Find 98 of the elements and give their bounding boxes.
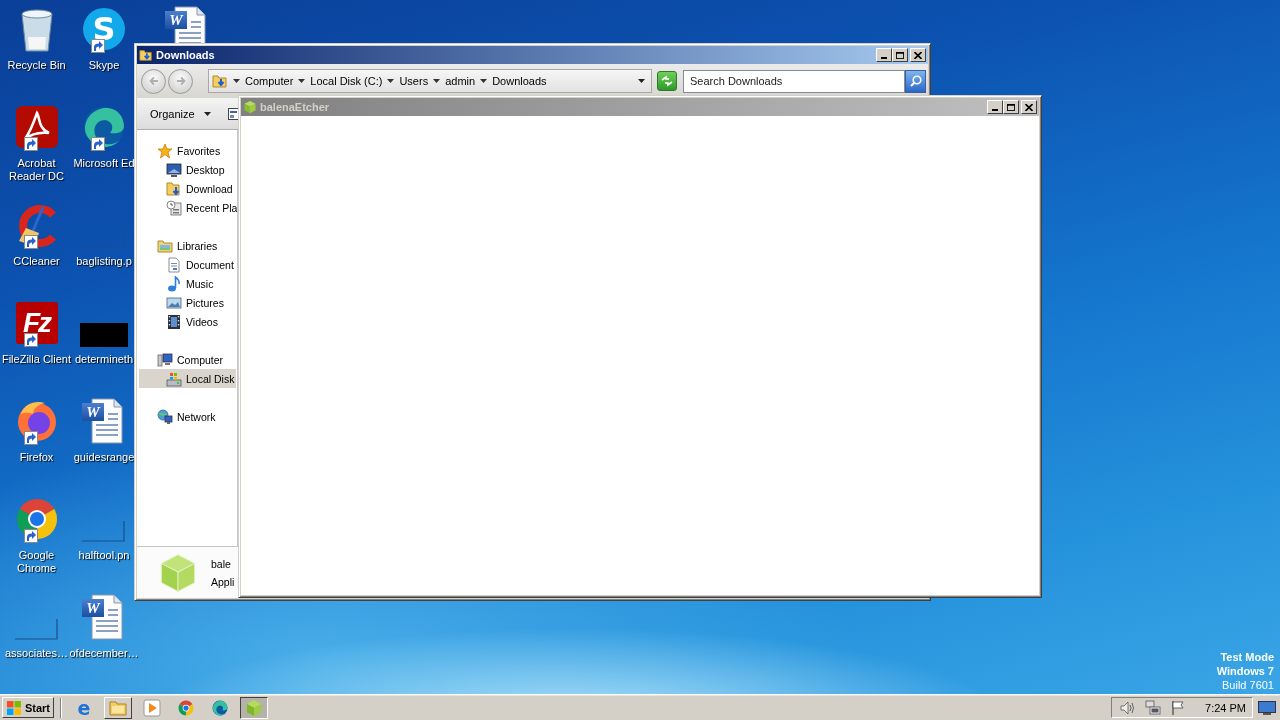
back-arrow-icon xyxy=(147,75,160,87)
library-folder-icon xyxy=(157,237,173,254)
search-button[interactable] xyxy=(905,69,926,93)
minimize-button[interactable] xyxy=(876,48,892,62)
file-name-text: bale xyxy=(211,557,232,570)
icon-label[interactable]: Google Chrome xyxy=(3,549,70,575)
drive-icon xyxy=(166,370,182,387)
nav-item[interactable]: Local Disk xyxy=(139,369,236,388)
cube-icon xyxy=(243,100,257,114)
caret-icon[interactable] xyxy=(433,79,441,83)
image-thumbnail-icon[interactable] xyxy=(80,323,128,347)
speaker-icon[interactable] xyxy=(1120,699,1137,716)
music-note-icon xyxy=(166,275,182,292)
windows-flag-icon xyxy=(6,699,22,716)
refresh-arrows-icon xyxy=(660,75,674,87)
network-icon[interactable] xyxy=(1145,699,1162,716)
icon-label[interactable]: FileZilla Client xyxy=(1,353,72,366)
nav-item[interactable]: Computer xyxy=(139,350,236,369)
word-logo: W xyxy=(82,403,104,421)
start-button[interactable]: Start xyxy=(2,697,54,718)
icon-label[interactable]: Acrobat Reader DC xyxy=(3,157,70,183)
breadcrumb[interactable]: Computer xyxy=(245,75,294,87)
nav-item[interactable]: Pictures xyxy=(139,293,236,312)
icon-label[interactable]: baglisting.p xyxy=(76,255,132,268)
nav-item[interactable]: Document xyxy=(139,255,236,274)
maximize-icon xyxy=(896,51,904,59)
monitor-icon xyxy=(166,161,182,178)
film-strip-icon xyxy=(166,313,182,330)
icon-label[interactable]: Microsoft Ed xyxy=(73,157,135,170)
network-icon xyxy=(157,408,173,425)
maximize-icon xyxy=(1007,103,1015,111)
icon-label[interactable]: halftool.pn xyxy=(78,549,130,562)
document-icon xyxy=(166,256,182,273)
icon-label[interactable]: Skype xyxy=(88,59,120,72)
clock[interactable]: 7:24 PM xyxy=(1205,701,1246,714)
breadcrumb[interactable]: admin xyxy=(445,75,476,87)
caret-icon[interactable] xyxy=(480,79,488,83)
nav-item[interactable]: Music xyxy=(139,274,236,293)
word-logo: W xyxy=(165,11,187,29)
taskbar-button[interactable] xyxy=(240,696,268,719)
image-thumbnail-icon[interactable] xyxy=(80,225,128,249)
image-thumbnail-icon[interactable] xyxy=(80,519,128,543)
breadcrumb[interactable]: Local Disk (C:) xyxy=(310,75,383,87)
icon-label[interactable]: determineth xyxy=(74,353,134,366)
chrome-icon xyxy=(177,698,195,717)
computer-icon xyxy=(157,351,173,368)
download-folder-icon xyxy=(212,73,228,89)
layout-icon[interactable] xyxy=(227,107,239,120)
nav-item[interactable]: Libraries xyxy=(139,236,236,255)
filezilla-logo[interactable]: Fz xyxy=(15,302,58,344)
word-logo: W xyxy=(82,599,104,617)
caret-icon xyxy=(203,111,211,116)
organize-button[interactable]: Organize xyxy=(145,104,216,123)
close-button[interactable] xyxy=(910,48,926,62)
nav-item[interactable]: Recent Pla xyxy=(139,198,236,217)
search-icon xyxy=(908,74,923,88)
close-icon xyxy=(1025,103,1033,111)
breadcrumb[interactable]: Downloads xyxy=(492,75,547,87)
nav-item[interactable]: Favorites xyxy=(139,141,236,160)
icon-label[interactable]: Recycle Bin xyxy=(7,59,66,72)
media-player-icon xyxy=(143,698,161,717)
address-bar[interactable]: Computer Local Disk (C:) Users admin Downloads xyxy=(208,69,652,93)
download-folder-icon xyxy=(139,48,153,62)
window-title: balenaEtcher xyxy=(260,101,330,113)
caret-icon[interactable] xyxy=(387,79,395,83)
system-notice-text: Test Mode xyxy=(1220,650,1274,664)
nav-item[interactable]: Download xyxy=(139,179,236,198)
ie-logo: e xyxy=(77,698,91,717)
file-type-text: Appli xyxy=(211,575,235,588)
monitor-icon xyxy=(1258,700,1276,715)
dropdown-arrow-icon[interactable] xyxy=(638,79,645,83)
system-notice-text: Build 7601 xyxy=(1222,678,1274,692)
recent-places-icon xyxy=(166,199,182,216)
icon-label[interactable]: guidesrange xyxy=(73,451,135,464)
nav-item[interactable]: Videos xyxy=(139,312,236,331)
icon-label[interactable]: Firefox xyxy=(19,451,54,464)
cube-icon xyxy=(245,698,263,717)
edge-icon xyxy=(211,698,229,717)
caret-icon[interactable] xyxy=(298,79,306,83)
cube-icon xyxy=(157,551,199,594)
icon-label[interactable]: CCleaner xyxy=(13,255,60,268)
window-title: Downloads xyxy=(156,49,215,61)
breadcrumb[interactable]: Users xyxy=(399,75,429,87)
maximize-button[interactable] xyxy=(892,48,908,62)
folder-icon xyxy=(109,698,127,717)
system-notice-text: Windows 7 xyxy=(1216,664,1274,678)
search-field[interactable]: Search Downloads xyxy=(683,69,905,93)
flag-icon[interactable] xyxy=(1170,699,1187,716)
refresh-button[interactable] xyxy=(657,71,677,91)
star-icon xyxy=(157,142,173,159)
picture-icon xyxy=(166,294,182,311)
image-thumbnail-icon[interactable] xyxy=(12,617,61,641)
forward-arrow-icon xyxy=(174,75,187,87)
download-folder-icon xyxy=(166,180,182,197)
caret-icon[interactable] xyxy=(233,79,240,83)
nav-item[interactable]: Network xyxy=(139,407,236,426)
close-icon xyxy=(914,51,922,59)
nav-item[interactable]: Desktop xyxy=(139,160,236,179)
